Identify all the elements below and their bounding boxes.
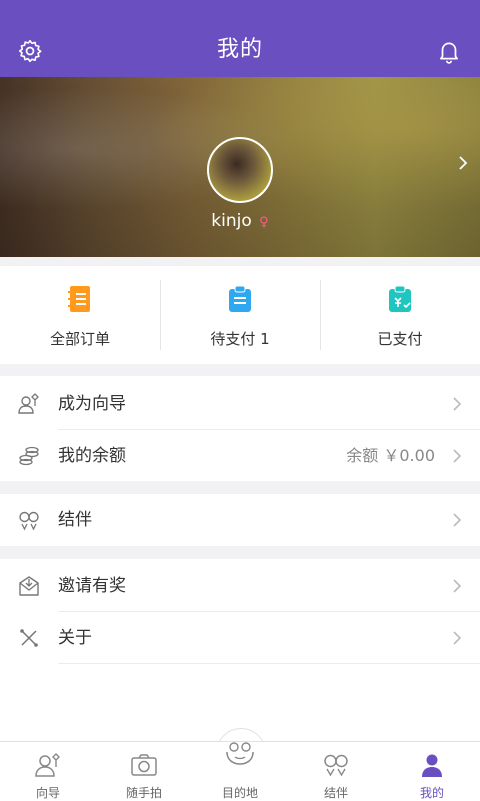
female-icon: ♀	[259, 215, 269, 230]
pending-payment-icon	[229, 285, 251, 312]
chevron-right-icon[interactable]	[458, 155, 468, 171]
pending-payment-label: 待支付 1	[210, 330, 270, 348]
invite-icon	[19, 576, 39, 596]
tab-camera[interactable]: 随手拍	[96, 742, 192, 801]
profile-header[interactable]: kinjo ♀	[0, 77, 480, 257]
tab-companion-label: 结伴	[323, 786, 348, 800]
bottom-tab-bar: 向导 随手拍 目的地 结伴 我的	[0, 741, 480, 801]
destination-icon	[226, 742, 254, 765]
tab-destination-label: 目的地	[221, 786, 258, 800]
menu-section-guide: 成为向导 我的余额 余额 ￥0.00	[0, 376, 480, 481]
become-guide-label: 成为向导	[58, 394, 126, 414]
chevron-right-icon	[453, 449, 462, 463]
invite-row[interactable]: 邀请有奖	[0, 560, 480, 612]
chevron-right-icon	[453, 579, 462, 593]
page-title: 我的	[216, 37, 263, 62]
menu-section-companion: 结伴	[0, 494, 480, 546]
tab-companion[interactable]: 结伴	[288, 742, 384, 801]
companion-icon	[19, 511, 39, 531]
tab-profile-label: 我的	[419, 786, 444, 800]
tab-destination[interactable]: 目的地	[192, 742, 288, 801]
order-list-icon	[68, 286, 90, 312]
tab-profile[interactable]: 我的	[384, 742, 480, 801]
companion-row[interactable]: 结伴	[0, 494, 480, 546]
bell-icon[interactable]	[436, 38, 462, 64]
guide-icon	[18, 393, 39, 414]
menu-section-more: 邀请有奖 关于	[0, 559, 480, 741]
username: kinjo ♀	[0, 211, 480, 231]
coins-icon	[19, 446, 39, 466]
divider	[58, 663, 480, 664]
about-icon	[20, 629, 38, 647]
tab-guide[interactable]: 向导	[0, 742, 96, 801]
tab-guide-label: 向导	[35, 786, 60, 800]
orders-panel: 全部订单 待支付 1 已支付	[0, 266, 480, 364]
balance-row[interactable]: 我的余额 余额 ￥0.00	[0, 430, 480, 482]
chevron-right-icon	[453, 397, 462, 411]
chevron-right-icon	[453, 631, 462, 645]
companion-icon	[324, 754, 348, 777]
paid-label: 已支付	[377, 330, 423, 348]
balance-value: 余额 ￥0.00	[346, 446, 435, 465]
top-bar: 我的	[0, 0, 480, 77]
paid-button[interactable]: 已支付	[320, 266, 480, 364]
about-row[interactable]: 关于	[0, 612, 480, 664]
all-orders-label: 全部订单	[49, 330, 110, 348]
all-orders-button[interactable]: 全部订单	[0, 266, 160, 364]
camera-icon	[131, 754, 157, 776]
tab-camera-label: 随手拍	[125, 786, 162, 800]
profile-icon	[422, 754, 442, 777]
about-label: 关于	[58, 628, 92, 648]
balance-label: 我的余额	[58, 446, 126, 466]
guide-icon	[35, 753, 60, 777]
chevron-right-icon	[453, 513, 462, 527]
avatar[interactable]	[207, 137, 273, 203]
invite-label: 邀请有奖	[58, 576, 126, 596]
pending-payment-button[interactable]: 待支付 1	[160, 266, 320, 364]
paid-icon	[389, 285, 411, 312]
username-text: kinjo	[211, 211, 252, 231]
companion-label: 结伴	[58, 510, 92, 530]
become-guide-row[interactable]: 成为向导	[0, 378, 480, 430]
